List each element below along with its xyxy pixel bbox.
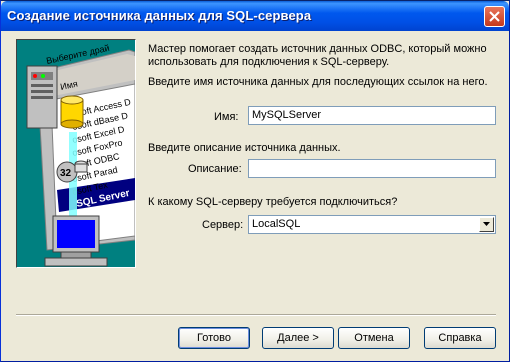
wizard-illustration: Выберите драй Имя osoft Access D osoft d… bbox=[16, 39, 136, 268]
server-combobox-value: LocalSQL bbox=[252, 218, 301, 230]
close-icon bbox=[489, 11, 500, 22]
description-prompt: Введите описание источника данных. bbox=[148, 142, 341, 154]
name-label: Имя: bbox=[214, 111, 239, 123]
database-icon bbox=[60, 95, 84, 129]
intro-text-line2: использовать для подключения к SQL-серве… bbox=[148, 56, 390, 68]
window-title: Создание источника данных для SQL-сервер… bbox=[7, 8, 312, 23]
intro-text-line1: Мастер помогает создать источник данных … bbox=[148, 43, 487, 55]
close-button[interactable] bbox=[484, 6, 505, 27]
description-label: Описание: bbox=[188, 163, 242, 175]
dialog-window: Создание источника данных для SQL-сервер… bbox=[0, 0, 510, 362]
svg-text:32: 32 bbox=[60, 168, 72, 179]
name-input[interactable]: MySQLServer bbox=[248, 106, 496, 125]
server-label: Сервер: bbox=[202, 219, 244, 231]
title-bar[interactable]: Создание источника данных для SQL-сервер… bbox=[1, 1, 509, 31]
separator bbox=[16, 314, 496, 316]
next-button[interactable]: Далее > bbox=[262, 327, 334, 349]
finish-button[interactable]: Готово bbox=[178, 327, 250, 349]
description-input[interactable] bbox=[248, 159, 496, 178]
server-icon bbox=[26, 65, 58, 129]
server-combobox[interactable]: LocalSQL bbox=[248, 215, 496, 234]
chevron-down-icon bbox=[483, 222, 490, 226]
cancel-button[interactable]: Отмена bbox=[338, 327, 410, 349]
dialog-body: Выберите драй Имя osoft Access D osoft d… bbox=[4, 31, 506, 359]
computer-icon bbox=[44, 215, 108, 267]
name-prompt: Введите имя источника данных для последу… bbox=[148, 76, 488, 88]
help-button[interactable]: Справка bbox=[424, 327, 496, 349]
dropdown-button[interactable] bbox=[479, 217, 494, 232]
server-prompt: К какому SQL-серверу требуется подключит… bbox=[148, 196, 398, 208]
